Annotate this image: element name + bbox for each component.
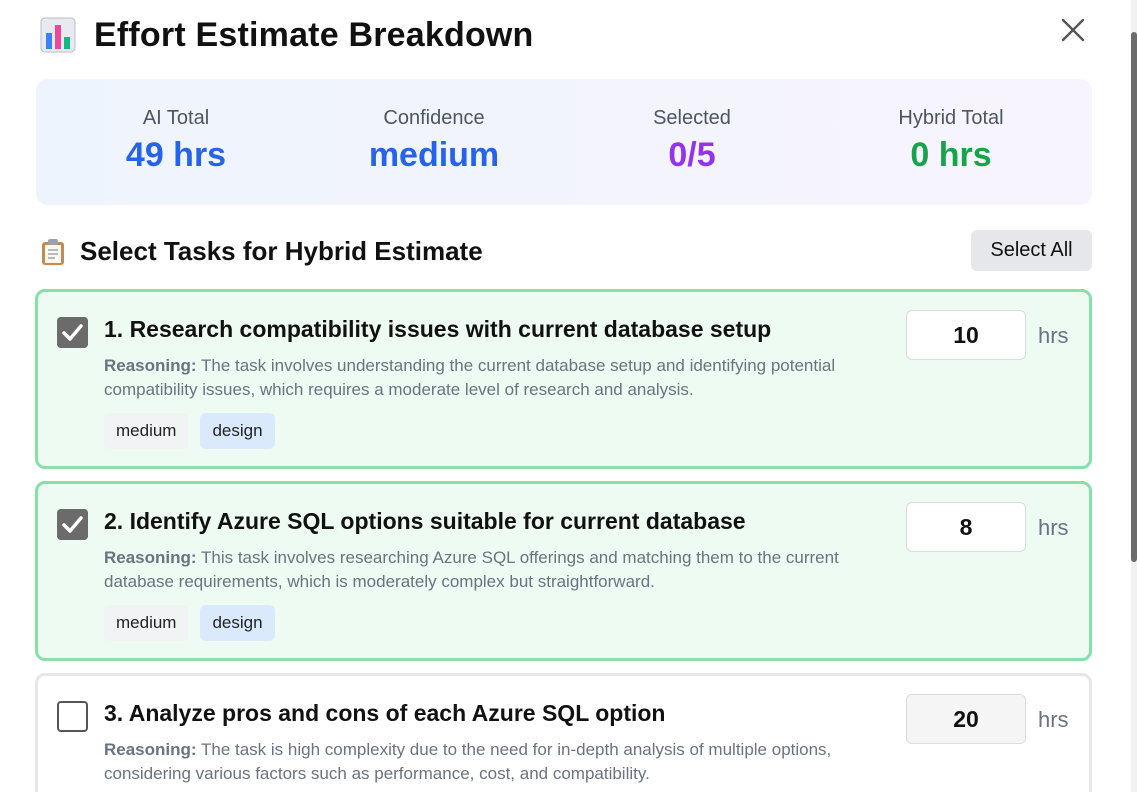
select-all-button[interactable]: Select All bbox=[971, 230, 1092, 271]
reasoning-text: The task is high complexity due to the n… bbox=[104, 740, 832, 783]
task-checkbox[interactable] bbox=[57, 701, 88, 732]
stat-hybrid-total-label: Hybrid Total bbox=[898, 107, 1004, 129]
hours-input[interactable] bbox=[906, 310, 1026, 360]
category-tag: design bbox=[200, 605, 275, 641]
reasoning-label: Reasoning: bbox=[104, 356, 197, 375]
stat-selected-label: Selected bbox=[653, 107, 731, 129]
task-reasoning: Reasoning: The task involves understandi… bbox=[104, 354, 894, 402]
stat-ai-total-value: 49 hrs bbox=[125, 136, 227, 174]
stat-ai-total: AI Total 49 hrs bbox=[56, 107, 296, 175]
clipboard-icon bbox=[42, 239, 64, 265]
hours-unit: hrs bbox=[1038, 707, 1069, 732]
dialog-header: Effort Estimate Breakdown bbox=[40, 12, 534, 58]
summary-panel: AI Total 49 hrs Confidence medium Select… bbox=[36, 79, 1092, 205]
hours-unit: hrs bbox=[1038, 323, 1069, 348]
reasoning-text: This task involves researching Azure SQL… bbox=[104, 548, 839, 591]
reasoning-label: Reasoning: bbox=[104, 548, 197, 567]
stat-confidence-value: medium bbox=[368, 136, 500, 174]
task-card[interactable]: 3. Analyze pros and cons of each Azure S… bbox=[35, 673, 1092, 792]
task-tags: medium design bbox=[104, 605, 275, 641]
task-reasoning: Reasoning: This task involves researchin… bbox=[104, 546, 894, 594]
stat-selected: Selected 0/5 bbox=[572, 107, 812, 175]
task-title: 1. Research compatibility issues with cu… bbox=[104, 316, 772, 342]
reasoning-text: The task involves understanding the curr… bbox=[104, 356, 836, 399]
bar-chart-icon bbox=[40, 17, 76, 53]
hours-input[interactable] bbox=[906, 502, 1026, 552]
task-checkbox[interactable] bbox=[57, 509, 88, 540]
reasoning-label: Reasoning: bbox=[104, 740, 197, 759]
task-card[interactable]: 2. Identify Azure SQL options suitable f… bbox=[35, 481, 1092, 661]
stat-confidence-label: Confidence bbox=[383, 107, 485, 129]
hours-input[interactable] bbox=[906, 694, 1026, 744]
task-title: 2. Identify Azure SQL options suitable f… bbox=[104, 508, 746, 534]
category-tag: design bbox=[200, 413, 275, 449]
close-icon[interactable] bbox=[1059, 16, 1087, 44]
stat-hybrid-total: Hybrid Total 0 hrs bbox=[831, 107, 1071, 175]
complexity-tag: medium bbox=[104, 605, 189, 641]
stat-selected-value: 0/5 bbox=[668, 136, 716, 174]
stat-ai-total-label: AI Total bbox=[142, 107, 210, 129]
task-checkbox[interactable] bbox=[57, 317, 88, 348]
section-title: Select Tasks for Hybrid Estimate bbox=[80, 236, 483, 266]
stat-confidence: Confidence medium bbox=[314, 107, 554, 175]
dialog-title: Effort Estimate Breakdown bbox=[94, 15, 534, 54]
task-section-header: Select Tasks for Hybrid Estimate Select … bbox=[40, 230, 1092, 272]
scrollbar-thumb[interactable] bbox=[1131, 32, 1137, 562]
task-card[interactable]: 1. Research compatibility issues with cu… bbox=[35, 289, 1092, 469]
hours-unit: hrs bbox=[1038, 515, 1069, 540]
complexity-tag: medium bbox=[104, 413, 189, 449]
task-title: 3. Analyze pros and cons of each Azure S… bbox=[104, 700, 666, 726]
task-tags: medium design bbox=[104, 413, 275, 449]
task-reasoning: Reasoning: The task is high complexity d… bbox=[104, 738, 894, 786]
stat-hybrid-total-value: 0 hrs bbox=[910, 136, 992, 174]
